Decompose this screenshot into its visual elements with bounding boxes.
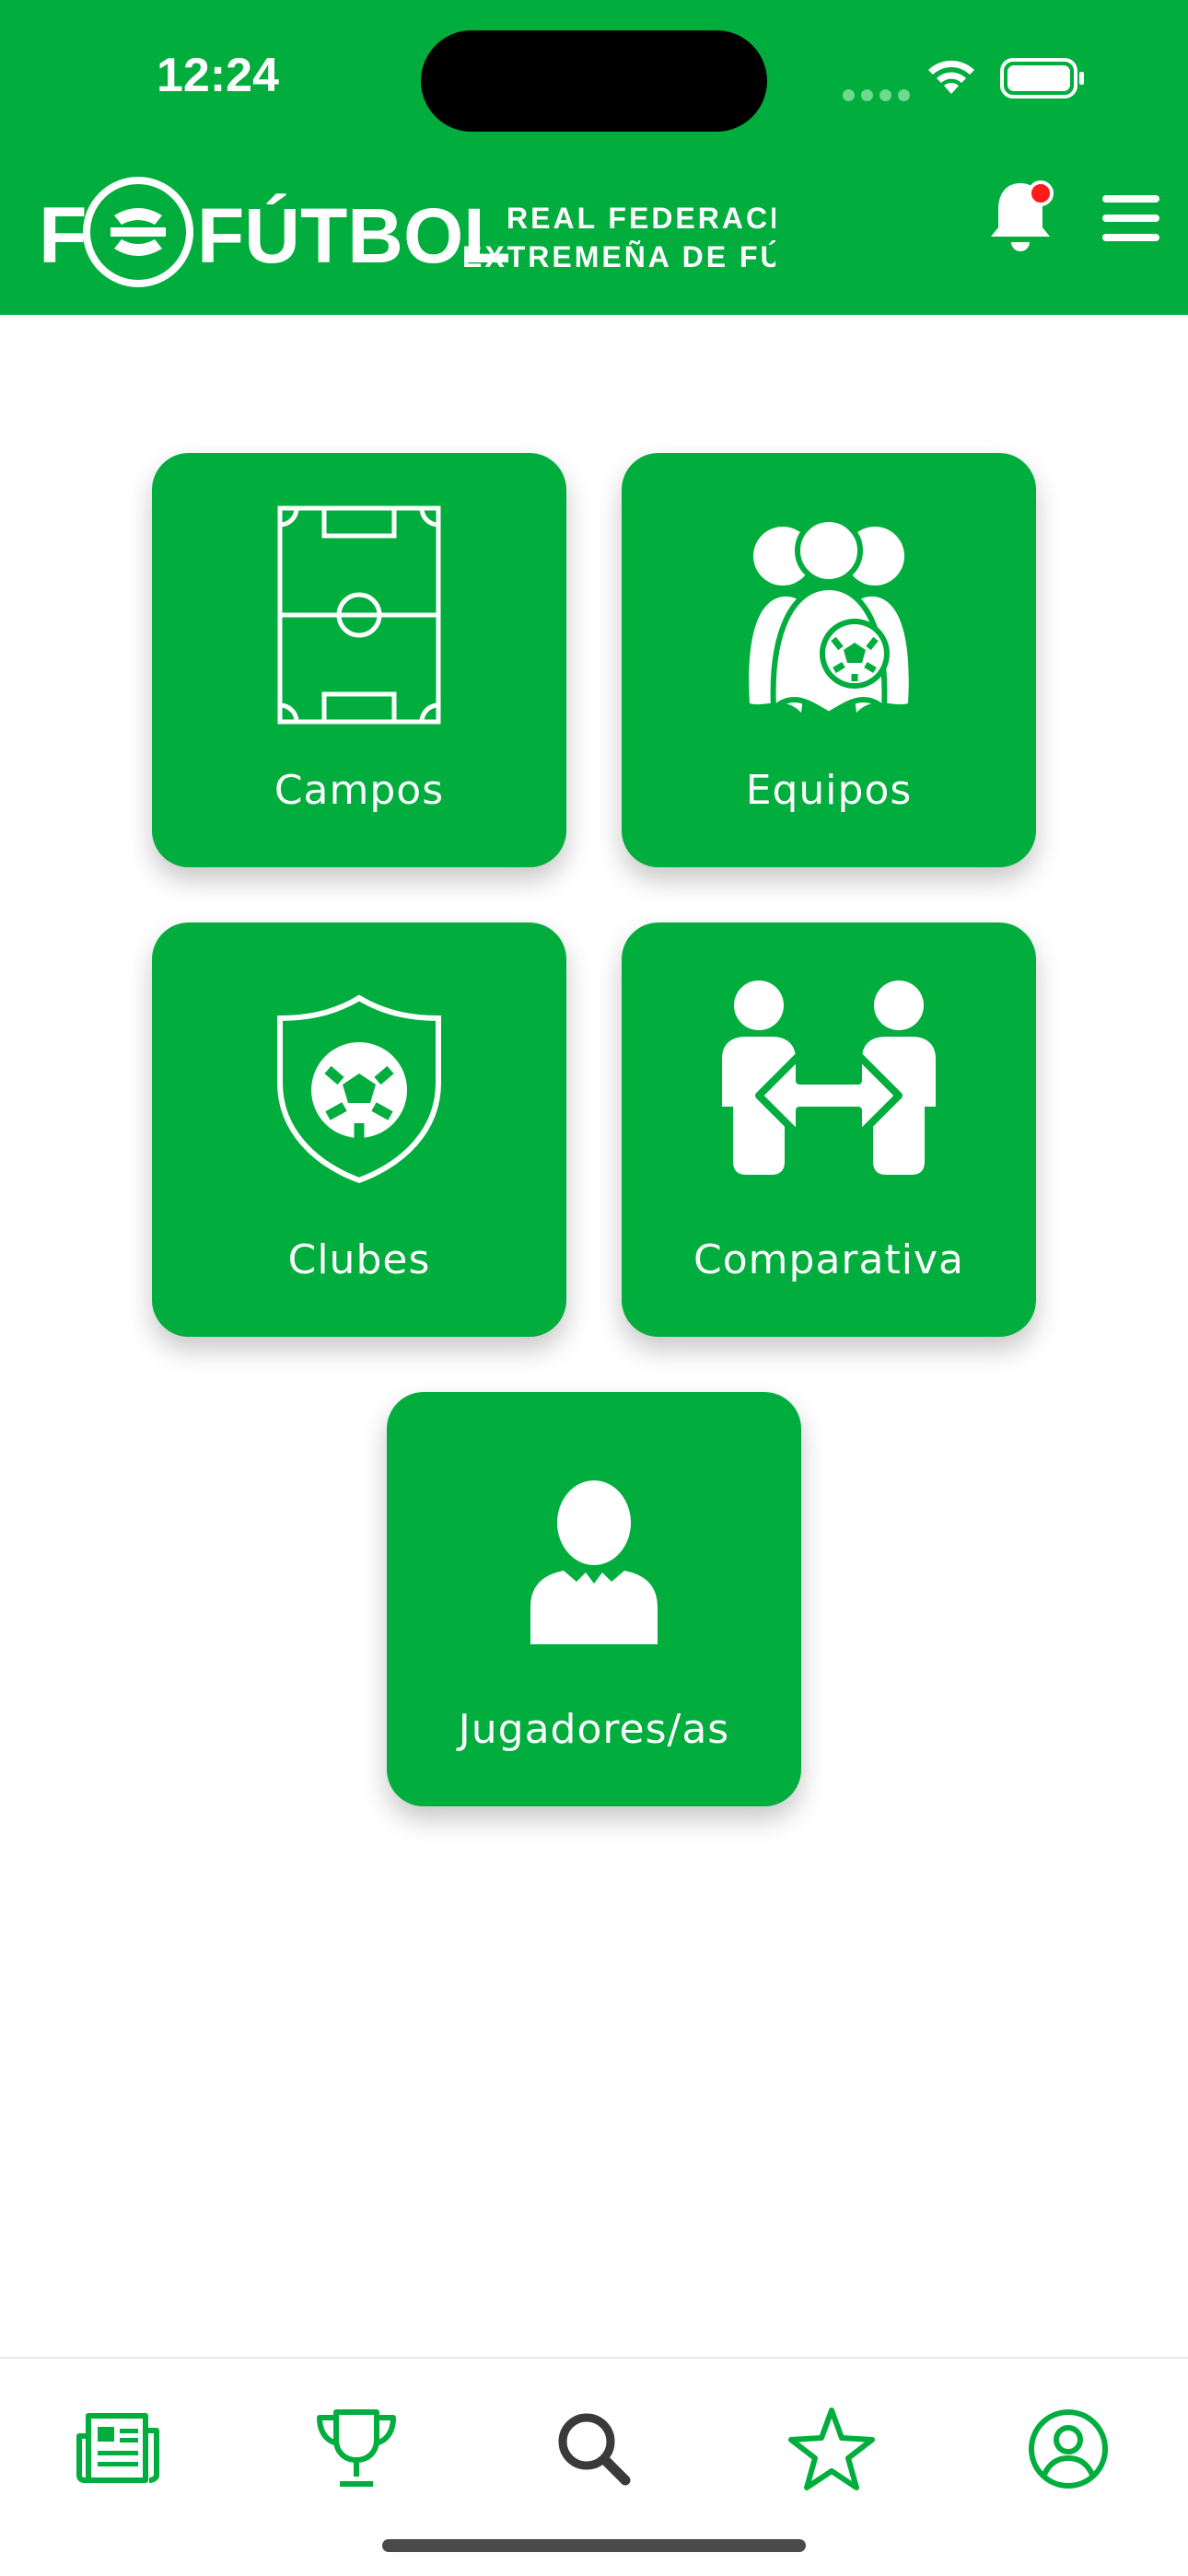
tile-label: Clubes xyxy=(287,1236,431,1283)
tile-label: Jugadores/as xyxy=(458,1706,730,1753)
battery-icon xyxy=(1000,58,1084,99)
home-indicator[interactable] xyxy=(382,2539,806,2552)
star-icon[interactable] xyxy=(786,2403,878,2495)
tile-label: Equipos xyxy=(745,767,913,814)
bell-icon[interactable] xyxy=(985,178,1059,257)
compare-players-icon xyxy=(722,981,936,1175)
tile-label: Comparativa xyxy=(693,1236,964,1283)
tile-label: Campos xyxy=(274,767,445,814)
tile-campos[interactable]: Campos xyxy=(152,453,566,867)
search-icon[interactable] xyxy=(548,2403,640,2495)
profile-icon[interactable] xyxy=(1022,2403,1114,2495)
team-icon xyxy=(749,519,909,718)
cellular-signal-icon xyxy=(843,87,916,105)
club-shield-icon xyxy=(277,994,441,1184)
tile-jugadores[interactable]: Jugadores/as xyxy=(387,1392,801,1806)
logo-line2: EXTREMEÑA DE FÚTBOL xyxy=(462,240,775,273)
svg-text:F: F xyxy=(39,191,87,280)
tile-comparativa[interactable]: Comparativa xyxy=(622,922,1036,1337)
status-time: 12:24 xyxy=(157,49,279,102)
dynamic-island xyxy=(421,30,767,132)
logo-line1: REAL FEDERACIÓN xyxy=(507,202,775,235)
app-header: 12:24 F FÚTBOL REAL FEDERACIÓN EXTREMEÑA… xyxy=(0,0,1188,315)
football-field-icon xyxy=(277,505,441,725)
wifi-icon xyxy=(928,60,974,94)
news-icon[interactable] xyxy=(72,2403,164,2495)
trophy-icon[interactable] xyxy=(310,2403,402,2495)
tile-clubes[interactable]: Clubes xyxy=(152,922,566,1337)
fexfutbol-logo: F FÚTBOL REAL FEDERACIÓN EXTREMEÑA DE FÚ… xyxy=(39,177,775,287)
tile-equipos[interactable]: Equipos xyxy=(622,453,1036,867)
player-icon xyxy=(530,1480,658,1644)
notification-dot xyxy=(1028,180,1054,206)
hamburger-menu-icon[interactable] xyxy=(1101,193,1161,243)
